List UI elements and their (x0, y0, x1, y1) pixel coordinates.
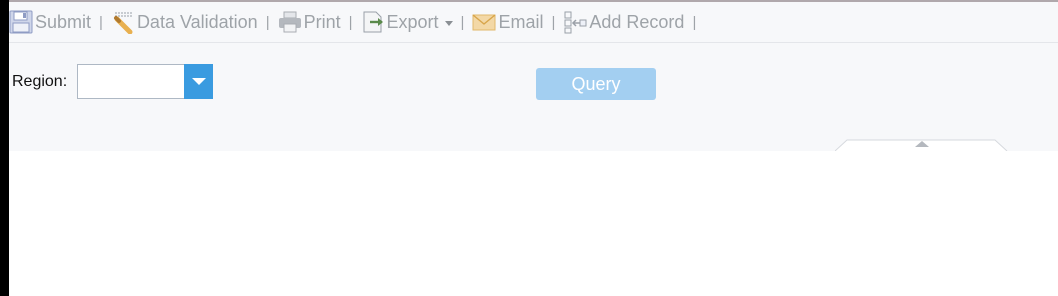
print-label: Print (303, 11, 341, 32)
export-button[interactable]: Export (361, 2, 453, 42)
print-button[interactable]: Print (278, 2, 341, 42)
data-validation-icon (111, 10, 135, 35)
region-dropdown[interactable] (77, 64, 213, 99)
toolbar-separator: | (348, 13, 353, 31)
query-button[interactable]: Query (536, 68, 656, 100)
toolbar-separator: | (692, 13, 697, 31)
left-edge-bar (0, 0, 9, 296)
toolbar-separator: | (551, 13, 556, 31)
export-label: Export (386, 11, 439, 32)
toolbar-separator: | (99, 13, 103, 31)
add-record-button[interactable]: Add Record (563, 2, 684, 42)
dropdown-button[interactable] (184, 64, 213, 99)
submit-label: Submit (35, 11, 92, 32)
add-record-icon (563, 10, 587, 34)
toolbar-separator: | (265, 13, 270, 31)
data-validation-button[interactable]: Data Validation (111, 2, 258, 42)
email-label: Email (498, 11, 544, 32)
add-record-label: Add Record (589, 11, 685, 32)
chevron-down-icon (444, 20, 453, 26)
envelope-icon (472, 10, 496, 34)
save-icon (9, 10, 33, 34)
printer-icon (278, 10, 302, 34)
collapse-panel-handle[interactable] (834, 138, 1009, 152)
submit-button[interactable]: Submit (9, 2, 91, 42)
email-button[interactable]: Email (472, 2, 543, 42)
region-label: Region: (12, 73, 68, 90)
parameter-panel: Region: Query (9, 43, 1058, 152)
export-icon (361, 10, 385, 34)
data-validation-label: Data Validation (136, 11, 258, 32)
toolbar: Submit | Data Validation | Print | Expor… (9, 2, 1058, 43)
chevron-down-icon (191, 78, 206, 85)
toolbar-separator: | (460, 13, 465, 31)
